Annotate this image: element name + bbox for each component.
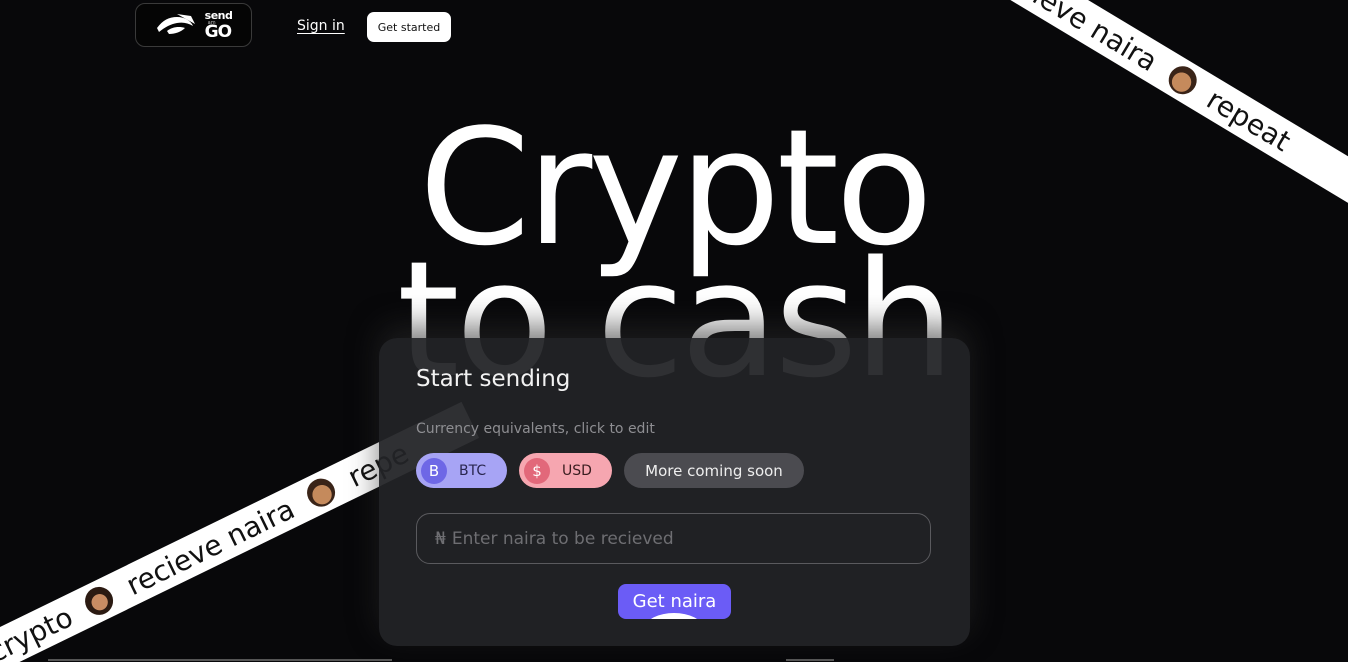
logo-wordmark: send am GO — [205, 10, 233, 41]
dollar-icon: $ — [524, 457, 550, 484]
man-emoji-icon — [302, 473, 340, 512]
usd-chip[interactable]: $ USD — [519, 453, 612, 488]
divider — [786, 659, 834, 661]
btc-chip[interactable]: B BTC — [416, 453, 507, 488]
man-emoji-icon — [1163, 60, 1202, 100]
naira-input-placeholder: Enter naira to be recieved — [451, 528, 674, 549]
card-subtitle: Currency equivalents, click to edit — [416, 421, 655, 437]
divider — [48, 659, 392, 661]
btc-chip-label: BTC — [459, 462, 487, 479]
naira-sign-icon: ₦ — [435, 528, 446, 549]
more-coming-soon-label: More coming soon — [645, 461, 783, 480]
woman-emoji-icon — [80, 582, 119, 620]
logo-send-text: send — [204, 8, 233, 22]
ribbon-text: recieve naira — [120, 491, 300, 602]
logo-mark-icon — [156, 14, 195, 34]
get-naira-button[interactable]: Get naira — [618, 584, 731, 619]
logo-go-text: GO — [204, 21, 232, 42]
naira-amount-input[interactable]: ₦ Enter naira to be recieved — [416, 513, 931, 564]
bitcoin-icon: B — [421, 457, 447, 484]
page: send am GO Sign in Get started Crypto to… — [0, 0, 1348, 662]
card-title: Start sending — [416, 366, 571, 392]
start-sending-card: Start sending Currency equivalents, clic… — [379, 338, 970, 646]
sign-in-link[interactable]: Sign in — [297, 18, 345, 34]
ribbon-text: crypto — [0, 599, 78, 662]
usd-chip-label: USD — [562, 462, 592, 479]
get-started-button[interactable]: Get started — [367, 12, 451, 42]
logo[interactable]: send am GO — [135, 3, 252, 47]
get-naira-label: Get naira — [632, 591, 717, 612]
more-coming-soon-chip: More coming soon — [624, 453, 804, 488]
ribbon-text: recieve naira — [989, 0, 1164, 78]
